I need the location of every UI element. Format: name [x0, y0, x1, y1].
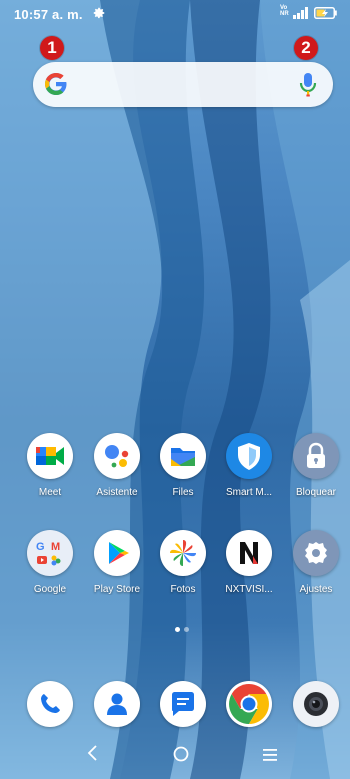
- home-icon[interactable]: [173, 746, 189, 762]
- chrome-icon[interactable]: [226, 681, 272, 727]
- app-fotos[interactable]: Fotos: [148, 530, 218, 595]
- meet-icon[interactable]: [27, 433, 73, 479]
- status-bar: 10:57 a. m. Vo NR: [0, 0, 350, 28]
- wallpaper: [0, 0, 350, 779]
- contacts-icon[interactable]: [94, 681, 140, 727]
- navigation-bar: [0, 730, 350, 779]
- svg-text:M: M: [51, 541, 60, 553]
- app-asistente[interactable]: Asistente: [82, 433, 152, 498]
- shield-icon[interactable]: [226, 433, 272, 479]
- annotation-badge-1: 1: [40, 36, 64, 60]
- app-label: Files: [172, 487, 194, 498]
- microphone-icon[interactable]: [298, 72, 318, 98]
- lock-icon[interactable]: [293, 433, 339, 479]
- app-play-store[interactable]: Play Store: [82, 530, 152, 595]
- settings-icon[interactable]: [293, 530, 339, 576]
- google-g-icon[interactable]: [44, 72, 68, 96]
- app-ajustes[interactable]: Ajustes: [281, 530, 350, 595]
- dock-camera[interactable]: [281, 681, 350, 727]
- app-label: Play Store: [93, 584, 141, 595]
- phone-icon[interactable]: [27, 681, 73, 727]
- dock-phone[interactable]: [15, 681, 85, 727]
- dock-contacts[interactable]: [82, 681, 152, 727]
- messages-icon[interactable]: [160, 681, 206, 727]
- app-label: Bloquear: [295, 487, 337, 498]
- home-screen: 10:57 a. m. Vo NR 1 2 Meet Asistente Fil…: [0, 0, 350, 779]
- gear-icon: [93, 7, 105, 19]
- app-label: Meet: [38, 487, 62, 498]
- app-bloquear[interactable]: Bloquear: [281, 433, 350, 498]
- app-label: Ajustes: [299, 584, 333, 595]
- app-label: NXTVISI...: [225, 584, 273, 595]
- app-nxtvision[interactable]: NXTVISI...: [214, 530, 284, 595]
- dock-messages[interactable]: [148, 681, 218, 727]
- app-label: Asistente: [96, 487, 138, 498]
- google-folder-icon[interactable]: G M: [27, 530, 73, 576]
- battery-icon: [314, 7, 337, 19]
- google-search-bar[interactable]: [33, 62, 333, 107]
- app-files[interactable]: Files: [148, 433, 218, 498]
- status-time: 10:57 a. m.: [14, 7, 83, 22]
- app-smart-manager[interactable]: Smart M...: [214, 433, 284, 498]
- play-store-icon[interactable]: [94, 530, 140, 576]
- app-label: Smart M...: [225, 487, 273, 498]
- back-icon[interactable]: [86, 744, 100, 762]
- camera-icon[interactable]: [293, 681, 339, 727]
- app-label: Fotos: [170, 584, 196, 595]
- app-meet[interactable]: Meet: [15, 433, 85, 498]
- app-google-folder[interactable]: G M Google: [15, 530, 85, 595]
- files-icon[interactable]: [160, 433, 206, 479]
- svg-text:G: G: [36, 541, 45, 553]
- page-dot: [184, 627, 189, 632]
- app-label: Google: [33, 584, 67, 595]
- annotation-badge-2: 2: [294, 36, 318, 60]
- recents-icon[interactable]: [262, 748, 278, 762]
- nxtvision-icon[interactable]: [226, 530, 272, 576]
- signal-icon: [293, 7, 308, 19]
- page-dot-active: [175, 627, 180, 632]
- photos-icon[interactable]: [160, 530, 206, 576]
- dock-chrome[interactable]: [214, 681, 284, 727]
- network-nr-label: NR: [280, 11, 289, 17]
- network-indicator: Vo NR: [280, 5, 289, 17]
- assistant-icon[interactable]: [94, 433, 140, 479]
